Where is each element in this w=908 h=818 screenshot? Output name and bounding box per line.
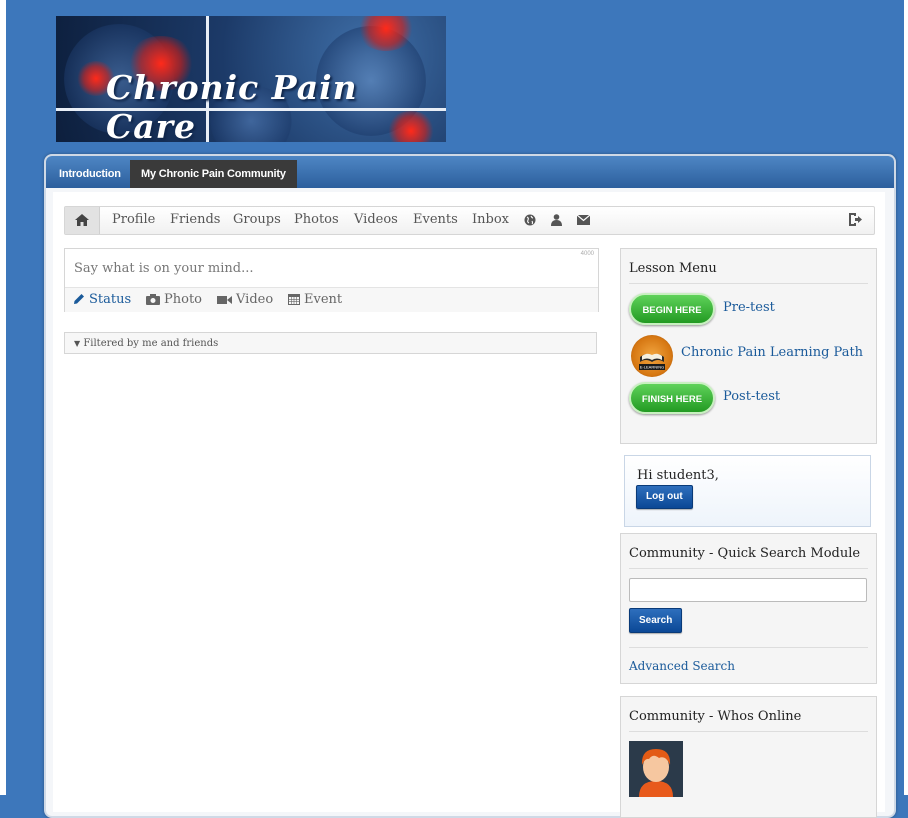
login-greeting-module: Hi student3, Log out [624,455,871,527]
search-button[interactable]: Search [629,608,683,633]
status-type-tabs: Status Photo Video Event [65,287,598,312]
toolbar-inbox[interactable]: Inbox [472,212,509,227]
envelope-icon[interactable] [577,215,590,225]
pre-test-link[interactable]: Pre-test [723,300,775,315]
toolbar-profile[interactable]: Profile [112,212,155,227]
tab-status[interactable]: Status [73,292,131,307]
pencil-icon [74,294,84,304]
lesson-menu-module: Lesson Menu BEGIN HERE Pre-test E-LEARNI… [620,248,877,444]
toolbar-photos[interactable]: Photos [294,212,339,227]
lesson-menu-title: Lesson Menu [629,261,868,284]
character-counter: 4000 [580,251,594,257]
toolbar-friends[interactable]: Friends [170,212,220,227]
content-area: Profile Friends Groups Photos Videos Eve… [53,192,885,818]
post-test-link[interactable]: Post-test [723,389,780,404]
tab-my-chronic-pain-community[interactable]: My Chronic Pain Community [130,160,297,188]
logout-button[interactable]: Log out [636,485,693,509]
search-input[interactable] [629,578,867,602]
main-panel: Introduction My Chronic Pain Community P… [44,154,896,818]
home-button[interactable] [65,207,100,234]
user-icon[interactable] [551,214,562,226]
site-banner[interactable]: Chronic Pain Care [56,16,446,142]
logout-icon[interactable] [849,213,862,226]
learning-path-link[interactable]: Chronic Pain Learning Path [681,345,863,360]
greeting-text: Hi student3, [637,468,719,483]
finish-here-button[interactable]: FINISH HERE [629,382,715,414]
status-input[interactable]: Say what is on your mind... [74,261,254,276]
tab-video[interactable]: Video [217,292,273,307]
toolbar-groups[interactable]: Groups [233,212,281,227]
activity-filter[interactable]: ▼ Filtered by me and friends [64,332,597,354]
tab-introduction[interactable]: Introduction [48,160,132,188]
begin-here-button[interactable]: BEGIN HERE [629,293,715,325]
top-navigation: Introduction My Chronic Pain Community [46,156,894,188]
toolbar-events[interactable]: Events [413,212,458,227]
frame-right-edge [904,0,908,795]
status-composer: 4000 Say what is on your mind... Status … [64,248,599,312]
e-learning-badge-text: E-LEARNING [640,365,664,370]
tab-photo-label: Photo [164,292,202,307]
site-logo-text: Chronic Pain Care [106,68,358,142]
whos-online-title: Community - Whos Online [629,709,868,732]
toolbar-videos[interactable]: Videos [354,212,398,227]
advanced-search-link[interactable]: Advanced Search [629,659,735,673]
caret-down-icon: ▼ [74,339,81,348]
divider [629,647,868,648]
frame-left-edge [0,0,6,795]
community-toolbar: Profile Friends Groups Photos Videos Eve… [64,206,875,235]
video-camera-icon [217,296,232,304]
avatar[interactable] [629,741,683,797]
tab-event-label: Event [304,292,343,307]
whos-online-module: Community - Whos Online [620,696,877,818]
e-learning-badge-icon[interactable]: E-LEARNING [631,335,673,377]
calendar-icon [288,294,300,305]
camera-icon [146,294,160,305]
tab-photo[interactable]: Photo [146,292,202,307]
activity-filter-label: Filtered by me and friends [83,338,219,349]
tab-video-label: Video [236,292,274,307]
tab-event[interactable]: Event [288,292,342,307]
tab-status-label: Status [89,292,132,307]
globe-icon[interactable] [524,214,536,226]
home-icon [75,214,89,226]
quick-search-module: Community - Quick Search Module Search A… [620,533,877,684]
quick-search-title: Community - Quick Search Module [629,546,868,569]
